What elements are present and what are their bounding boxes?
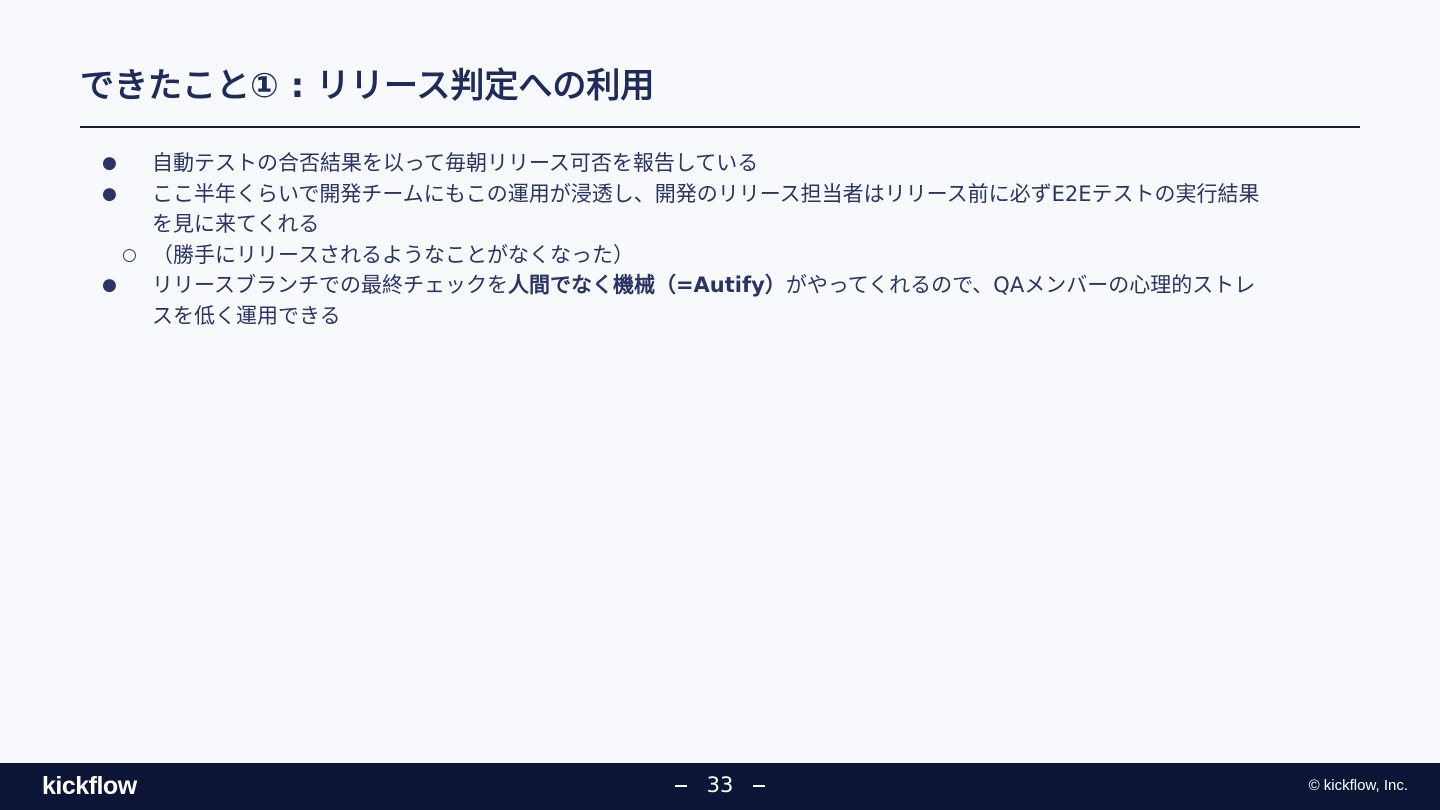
bullet-marker: ●: [102, 275, 117, 295]
copyright-text: © kickflow, Inc.: [1308, 777, 1408, 794]
title-divider: [80, 126, 1360, 128]
page-number-value: 33: [706, 773, 734, 797]
sub-list-item: ○ （勝手にリリースされるようなことがなくなった）: [100, 240, 1260, 271]
page-number: 33: [0, 773, 1440, 797]
sub-bullet-text: （勝手にリリースされるようなことがなくなった）: [152, 242, 634, 267]
list-item: ● リリースブランチでの最終チェックを人間でなく機械（=Autify）がやってく…: [100, 270, 1260, 331]
bullet-marker: ●: [102, 183, 117, 204]
bullet-text-emphasis: 人間でなく機械（=Autify）: [507, 273, 786, 297]
bullet-text: ここ半年くらいで開発チームにもこの運用が浸透し、開発のリリース担当者はリリース前…: [152, 181, 1260, 237]
bullet-text-pre: リリースブランチでの最終チェックを: [152, 273, 508, 297]
dash-left: [674, 785, 687, 787]
list-item: ● 自動テストの合否結果を以って毎朝リリース可否を報告している: [100, 148, 1260, 179]
list-item: ● ここ半年くらいで開発チームにもこの運用が浸透し、開発のリリース担当者はリリー…: [100, 179, 1260, 240]
bullet-text: 自動テストの合否結果を以って毎朝リリース可否を報告している: [152, 151, 759, 175]
footer-bar: kickflow 33 © kickflow, Inc.: [0, 763, 1440, 810]
page-title: できたこと① : リリース判定への利用: [80, 66, 655, 106]
dash-right: [753, 785, 766, 787]
sub-bullet-marker: ○: [122, 244, 137, 265]
slide: できたこと① : リリース判定への利用 ● 自動テストの合否結果を以って毎朝リリ…: [0, 0, 1440, 763]
bullet-marker: ●: [102, 153, 117, 173]
bullet-list: ● 自動テストの合否結果を以って毎朝リリース可否を報告している ● ここ半年くら…: [100, 148, 1260, 331]
